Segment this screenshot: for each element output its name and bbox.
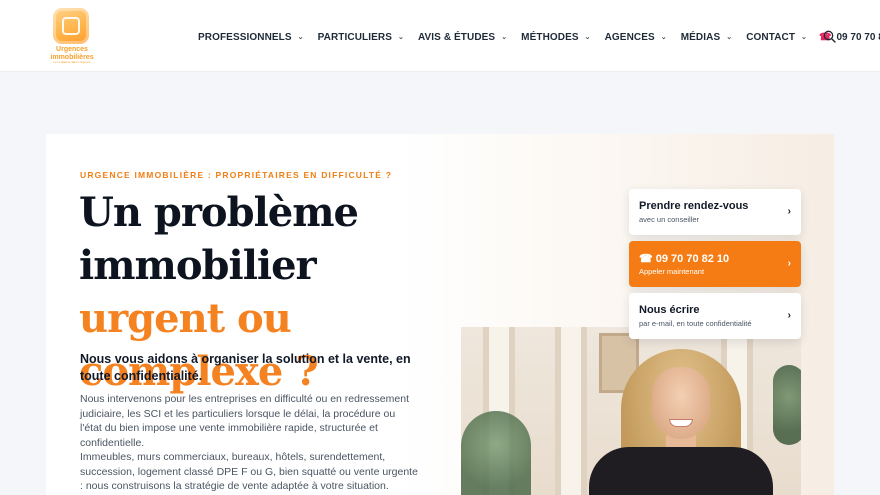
nav-item-avis-etudes[interactable]: AVIS & ÉTUDES ⌄	[418, 32, 507, 43]
write-us-card[interactable]: Nous écrire par e-mail, en toute confide…	[629, 293, 801, 339]
nav-item-agences[interactable]: AGENCES ⌄	[605, 32, 667, 43]
chevron-down-icon: ⌄	[297, 34, 304, 41]
card-subtitle: par e-mail, en toute confidentialité	[639, 319, 752, 328]
call-card[interactable]: ☎ 09 70 70 82 10 Appeler maintenant ›	[629, 241, 801, 287]
card-title: Prendre rendez-vous	[639, 200, 749, 212]
nav-item-particuliers[interactable]: PARTICULIERS ⌄	[318, 32, 404, 43]
card-title: Nous écrire	[639, 304, 700, 316]
chevron-right-icon: ›	[787, 258, 791, 269]
appointment-card[interactable]: Prendre rendez-vous avec un conseiller ›	[629, 189, 801, 235]
hero-body-paragraph-1: Nous intervenons pour les entreprises en…	[80, 393, 409, 449]
logo-mark-icon	[53, 8, 89, 44]
chevron-down-icon: ⌄	[660, 34, 667, 41]
site-header: Urgences immobilières Le confiance dans l…	[0, 0, 880, 72]
header-phone-number: 09 70 70 82 10	[836, 31, 880, 43]
card-subtitle: Appeler maintenant	[639, 267, 705, 276]
chevron-down-icon: ⌄	[726, 34, 733, 41]
chevron-down-icon: ⌄	[397, 34, 404, 41]
nav-item-methodes[interactable]: MÉTHODES ⌄	[521, 32, 590, 43]
chevron-down-icon: ⌄	[801, 34, 808, 41]
logo-tagline: Le confiance dans l'urgence	[53, 60, 91, 64]
card-title: ☎ 09 70 70 82 10	[639, 253, 730, 265]
card-subtitle: avec un conseiller	[639, 215, 700, 224]
hero-title-main: Un problème immobilier	[79, 189, 359, 289]
hero-lead: Nous vous aidons à organiser la solution…	[80, 352, 411, 383]
nav-item-contact[interactable]: CONTACT ⌄	[746, 32, 807, 43]
nav-item-medias[interactable]: MÉDIAS ⌄	[681, 32, 732, 43]
main-nav: PROFESSIONNELS ⌄ PARTICULIERS ⌄ AVIS & ÉTU…	[198, 30, 880, 44]
hero-photo	[461, 327, 801, 495]
hero-body-paragraph-2: Immeubles, murs commerciaux, bureaux, hô…	[80, 451, 418, 492]
chevron-down-icon: ⌄	[584, 34, 591, 41]
nav-item-professionnels[interactable]: PROFESSIONNELS ⌄	[198, 32, 304, 43]
site-logo[interactable]: Urgences immobilières Le confiance dans l…	[46, 8, 98, 66]
chevron-down-icon: ⌄	[501, 34, 508, 41]
search-icon[interactable]	[823, 30, 836, 43]
hero-eyebrow: URGENCE IMMOBILIÈRE : PROPRIÉTAIRES EN D…	[80, 170, 393, 180]
chevron-right-icon: ›	[787, 206, 791, 217]
chevron-right-icon: ›	[787, 310, 791, 321]
